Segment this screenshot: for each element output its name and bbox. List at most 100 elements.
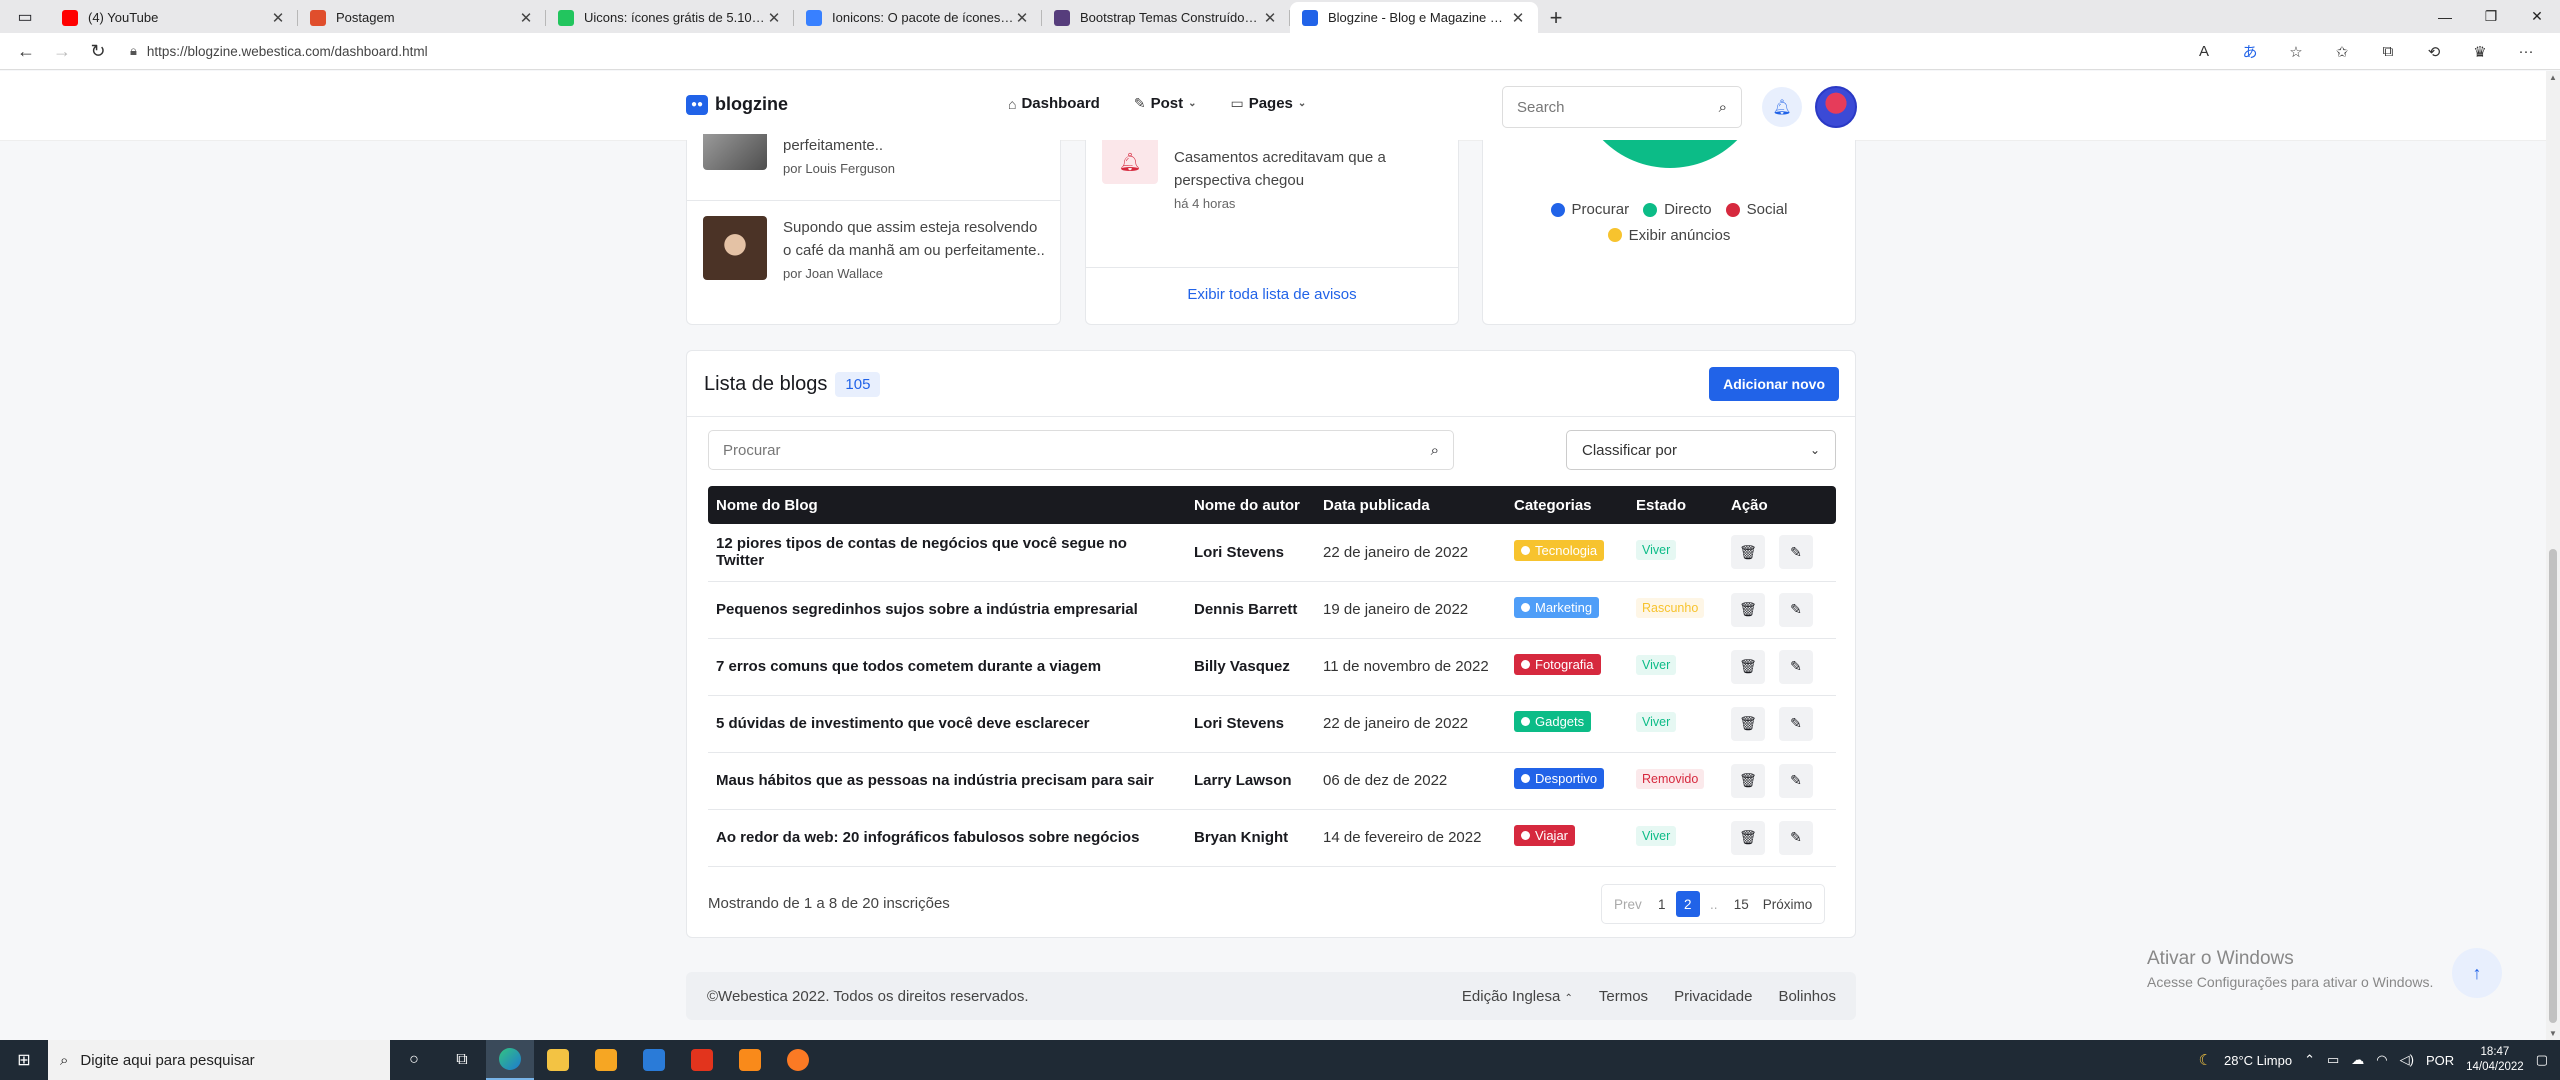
author-name[interactable]: Billy Vasquez bbox=[1186, 638, 1315, 696]
refresh-icon[interactable]: ↻ bbox=[80, 36, 116, 66]
tab-actions-icon[interactable]: ▭ bbox=[0, 0, 50, 33]
browser-tab[interactable]: Ionicons: O pacote de ícones pre... ✕ bbox=[794, 2, 1042, 33]
cortana-icon[interactable]: ○ bbox=[390, 1040, 438, 1080]
scrollbar-thumb[interactable] bbox=[2549, 549, 2557, 1023]
browser-tab[interactable]: Blogzine - Blog e Magazine Boot... ✕ bbox=[1290, 2, 1538, 33]
tray-chevron-icon[interactable]: ⌃ bbox=[2304, 1052, 2315, 1068]
trash-icon[interactable]: 🗑︎ bbox=[1731, 535, 1765, 570]
author-name[interactable]: Bryan Knight bbox=[1186, 809, 1315, 867]
close-window-icon[interactable]: ✕ bbox=[2514, 0, 2560, 33]
author-name[interactable]: Dennis Barrett bbox=[1186, 581, 1315, 639]
author-name[interactable]: Lori Stevens bbox=[1186, 695, 1315, 753]
translate-icon[interactable]: あ bbox=[2230, 37, 2270, 67]
new-tab-button[interactable]: + bbox=[1538, 2, 1574, 33]
category-badge[interactable]: Tecnologia bbox=[1514, 539, 1605, 561]
blog-name-link[interactable]: Pequenos segredinhos sujos sobre a indús… bbox=[708, 581, 1186, 639]
close-tab-icon[interactable]: ✕ bbox=[1014, 9, 1030, 27]
store-icon[interactable] bbox=[582, 1040, 630, 1080]
author-name[interactable]: Larry Lawson bbox=[1186, 752, 1315, 810]
network-icon[interactable]: ▭ bbox=[2327, 1052, 2339, 1068]
pdf-app-icon[interactable] bbox=[678, 1040, 726, 1080]
edge-app-icon[interactable] bbox=[486, 1040, 534, 1080]
category-badge[interactable]: Fotografia bbox=[1514, 654, 1601, 675]
next-page[interactable]: Próximo bbox=[1757, 891, 1819, 917]
footer-link-terms[interactable]: Termos bbox=[1599, 988, 1648, 1005]
notice-text[interactable]: Casamentos acreditavam que a perspectiva… bbox=[1174, 146, 1444, 192]
footer-link-privacy[interactable]: Privacidade bbox=[1674, 988, 1752, 1005]
edit-icon[interactable]: ✎ bbox=[1779, 649, 1813, 684]
edit-icon[interactable]: ✎ bbox=[1779, 820, 1813, 855]
language-indicator[interactable]: POR bbox=[2426, 1053, 2454, 1068]
forward-icon[interactable]: → bbox=[44, 36, 80, 66]
edit-icon[interactable]: ✎ bbox=[1779, 535, 1813, 570]
file-explorer-icon[interactable] bbox=[534, 1040, 582, 1080]
trash-icon[interactable]: 🗑︎ bbox=[1731, 763, 1765, 798]
favorites-icon[interactable]: ✩ bbox=[2322, 37, 2362, 67]
prev-page[interactable]: Prev bbox=[1608, 891, 1648, 917]
trash-icon[interactable]: 🗑︎ bbox=[1731, 820, 1765, 855]
edit-icon[interactable]: ✎ bbox=[1779, 763, 1813, 798]
logo[interactable]: ●● blogzine bbox=[686, 94, 788, 115]
blog-name-link[interactable]: Maus hábitos que as pessoas na indústria… bbox=[708, 752, 1186, 810]
url-field[interactable]: 🔒︎ https://blogzine.webestica.com/dashbo… bbox=[130, 36, 2030, 66]
blog-name-link[interactable]: Ao redor da web: 20 infográficos fabulos… bbox=[708, 809, 1186, 867]
mail-icon[interactable] bbox=[630, 1040, 678, 1080]
volume-icon[interactable]: ◁) bbox=[2400, 1052, 2414, 1068]
minimize-icon[interactable]: — bbox=[2422, 0, 2468, 33]
wifi-icon[interactable]: ◠ bbox=[2376, 1052, 2387, 1068]
close-tab-icon[interactable]: ✕ bbox=[518, 9, 534, 27]
scroll-down-icon[interactable]: ▼ bbox=[2549, 1029, 2557, 1038]
post-item[interactable]: perfeitamente.. por Louis Ferguson bbox=[703, 134, 1045, 176]
xampp-app-icon[interactable] bbox=[774, 1040, 822, 1080]
taskbar-search[interactable]: ⌕ Digite aqui para pesquisar bbox=[48, 1040, 390, 1080]
category-badge[interactable]: Marketing bbox=[1514, 597, 1600, 618]
category-badge[interactable]: Gadgets bbox=[1514, 711, 1592, 732]
page-scrollbar[interactable]: ▲ ▼ bbox=[2546, 71, 2560, 1040]
browser-tab[interactable]: (4) YouTube ✕ bbox=[50, 2, 298, 33]
windows-start-icon[interactable]: ⊞ bbox=[0, 1040, 48, 1080]
blog-name-link[interactable]: 7 erros comuns que todos cometem durante… bbox=[708, 638, 1186, 696]
search-icon[interactable]: ⌕ bbox=[1431, 442, 1439, 459]
nav-post[interactable]: ✎ Post ⌄ bbox=[1134, 95, 1197, 112]
add-new-button[interactable]: Adicionar novo bbox=[1709, 367, 1839, 401]
page-link-current[interactable]: 2 bbox=[1675, 891, 1700, 917]
blog-name-link[interactable]: 12 piores tipos de contas de negócios qu… bbox=[708, 524, 1186, 582]
sublime-app-icon[interactable] bbox=[726, 1040, 774, 1080]
edit-icon[interactable]: ✎ bbox=[1779, 706, 1813, 741]
blog-search-input[interactable] bbox=[723, 441, 1431, 459]
browser-tab[interactable]: Bootstrap Temas Construídos &... ✕ bbox=[1042, 2, 1290, 33]
back-icon[interactable]: ← bbox=[8, 36, 44, 66]
avatar[interactable] bbox=[1815, 86, 1857, 128]
trash-icon[interactable]: 🗑︎ bbox=[1731, 592, 1765, 627]
weather-text[interactable]: 28°C Limpo bbox=[2224, 1053, 2292, 1068]
header-search-input[interactable] bbox=[1517, 98, 1719, 116]
close-tab-icon[interactable]: ✕ bbox=[270, 9, 286, 27]
trash-icon[interactable]: 🗑︎ bbox=[1731, 649, 1765, 684]
notification-center-icon[interactable]: ▢ bbox=[2536, 1052, 2548, 1068]
footer-link-cookies[interactable]: Bolinhos bbox=[1778, 988, 1836, 1005]
browser-tab[interactable]: Postagem ✕ bbox=[298, 2, 546, 33]
scroll-up-icon[interactable]: ▲ bbox=[2549, 73, 2557, 82]
collections-icon[interactable]: ⧉ bbox=[2368, 37, 2408, 67]
notification-bell-icon[interactable]: 🔔︎ bbox=[1762, 87, 1802, 127]
category-badge[interactable]: Viajar bbox=[1514, 825, 1576, 846]
post-item[interactable]: Supondo que assim esteja resolvendo o ca… bbox=[703, 216, 1045, 281]
cloud-icon[interactable]: ☁ bbox=[2351, 1052, 2364, 1068]
browser-tab[interactable]: Uicons: ícones grátis de 5.100+... ✕ bbox=[546, 2, 794, 33]
history-icon[interactable]: ⟲ bbox=[2414, 37, 2454, 67]
view-all-notices-link[interactable]: Exibir toda lista de avisos bbox=[1086, 286, 1458, 303]
close-tab-icon[interactable]: ✕ bbox=[1510, 9, 1526, 27]
page-link[interactable]: 1 bbox=[1650, 891, 1674, 917]
search-icon[interactable]: ⌕ bbox=[1719, 99, 1727, 116]
page-link[interactable]: 15 bbox=[1728, 891, 1755, 917]
trash-icon[interactable]: 🗑︎ bbox=[1731, 706, 1765, 741]
nav-dashboard[interactable]: ⌂ Dashboard bbox=[1008, 95, 1100, 112]
nav-pages[interactable]: ▭ Pages ⌄ bbox=[1230, 95, 1306, 112]
blog-name-link[interactable]: 5 dúvidas de investimento que você deve … bbox=[708, 695, 1186, 753]
add-favorite-icon[interactable]: ☆ bbox=[2276, 37, 2316, 67]
taskbar-clock[interactable]: 18:47 14/04/2022 bbox=[2466, 1045, 2524, 1075]
read-aloud-icon[interactable]: A bbox=[2184, 37, 2224, 67]
extensions-icon[interactable]: ♛ bbox=[2460, 37, 2500, 67]
task-view-icon[interactable]: ⧉ bbox=[438, 1040, 486, 1080]
category-badge[interactable]: Desportivo bbox=[1514, 768, 1605, 789]
